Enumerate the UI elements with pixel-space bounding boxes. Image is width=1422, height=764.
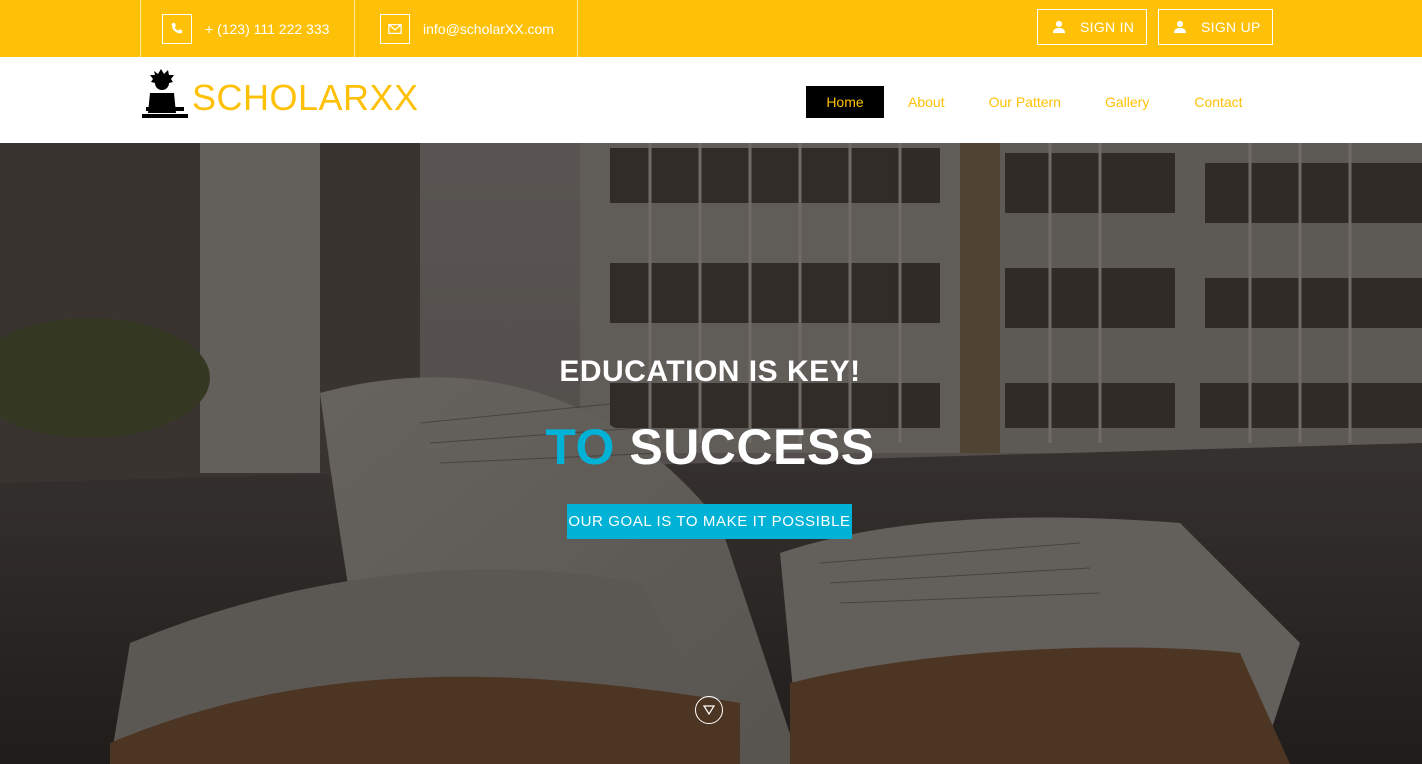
nav-gallery[interactable]: Gallery <box>1105 86 1149 118</box>
phone-icon <box>162 13 192 44</box>
nav-home[interactable]: Home <box>806 86 884 118</box>
hero-subtitle: TO SUCCESS <box>0 418 1420 476</box>
contact-phone: + (123) 111 222 333 <box>140 0 355 57</box>
hero-title: EDUCATION IS KEY! <box>559 355 861 388</box>
sign-up-label: SIGN UP <box>1201 19 1261 35</box>
sign-up-button[interactable]: SIGN UP <box>1158 9 1273 45</box>
phone-number: + (123) 111 222 333 <box>205 20 330 37</box>
envelope-icon <box>380 13 410 44</box>
main-nav: Home About Our Pattern Gallery Contact <box>806 86 1243 118</box>
nav-contact[interactable]: Contact <box>1194 86 1242 118</box>
user-icon <box>1052 20 1066 34</box>
site-header: SCHOLARXX Home About Our Pattern Gallery… <box>0 57 1422 143</box>
nav-our-pattern[interactable]: Our Pattern <box>989 86 1061 118</box>
scholar-logo-icon <box>140 67 190 121</box>
user-icon <box>1173 20 1187 34</box>
logo-text: SCHOLARXX <box>192 77 419 118</box>
nav-about[interactable]: About <box>908 86 945 118</box>
top-bar: + (123) 111 222 333 info@scholarXX.com S… <box>0 0 1422 57</box>
contact-email: info@scholarXX.com <box>354 0 578 57</box>
email-link[interactable]: info@scholarXX.com <box>423 21 554 37</box>
logo[interactable]: SCHOLARXX <box>140 67 419 121</box>
hero-section: EDUCATION IS KEY! TO SUCCESS OUR GOAL IS… <box>0 143 1422 764</box>
hero-subtitle-rest: SUCCESS <box>629 419 875 475</box>
hero-subtitle-accent: TO <box>545 419 615 475</box>
hero-cta-button[interactable]: OUR GOAL IS TO MAKE IT POSSIBLE <box>567 504 852 539</box>
scroll-down-button[interactable] <box>695 696 723 724</box>
sign-in-button[interactable]: SIGN IN <box>1037 9 1147 45</box>
chevron-down-circle-icon <box>703 705 715 715</box>
sign-in-label: SIGN IN <box>1080 19 1135 35</box>
